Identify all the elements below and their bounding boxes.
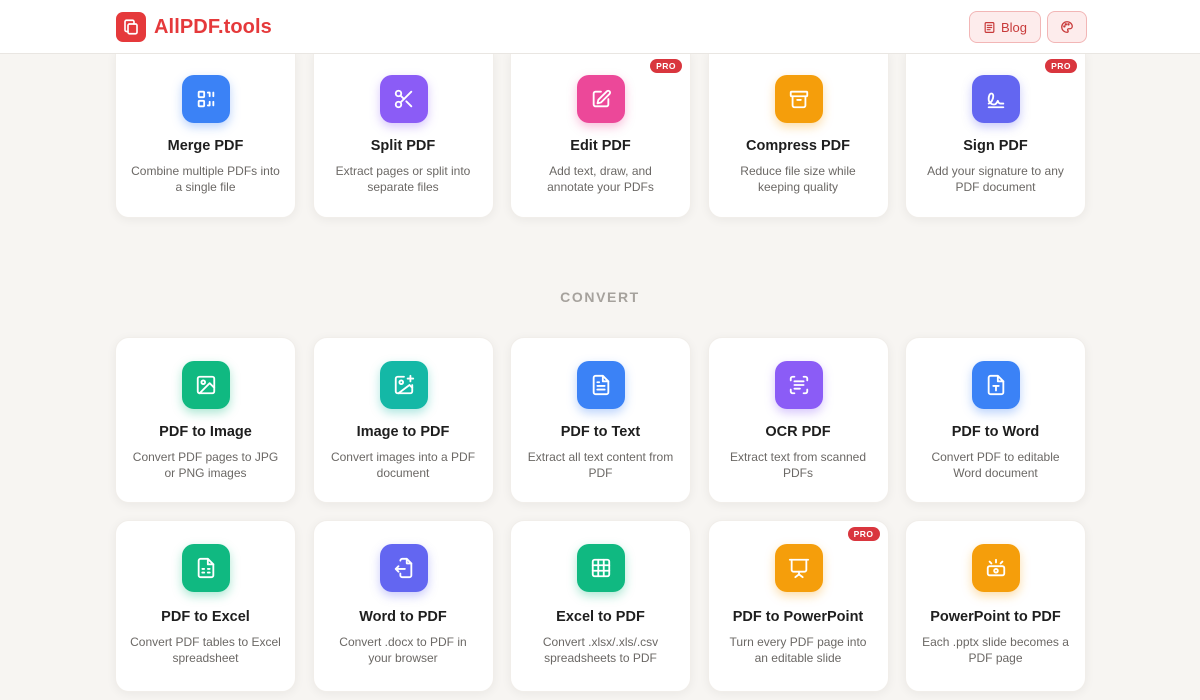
tool-title: Split PDF xyxy=(370,138,436,154)
file-text-icon xyxy=(577,361,625,409)
logo-icon xyxy=(116,12,146,42)
tool-description: Each .pptx slide becomes a PDF page xyxy=(922,635,1069,665)
file-type-icon xyxy=(972,361,1020,409)
tool-title: Edit PDF xyxy=(570,138,631,154)
tool-description: Extract pages or split into separate fil… xyxy=(335,164,471,194)
tool-description: Convert PDF to editable Word document xyxy=(931,450,1060,480)
tool-title: PDF to PowerPoint xyxy=(732,609,864,625)
tool-description: Convert .docx to PDF in your browser xyxy=(339,635,467,665)
tool-card-excel-to-pdf[interactable]: Excel to PDF Convert .xlsx/.xls/.csv spr… xyxy=(510,520,691,692)
tool-card-pdf-to-word[interactable]: PDF to Word Convert PDF to editable Word… xyxy=(905,337,1086,503)
tool-description: Convert images into a PDF document xyxy=(330,450,476,480)
tool-title: Merge PDF xyxy=(167,138,244,154)
tool-card-sign-pdf[interactable]: PRO Sign PDF Add your signature to any P… xyxy=(905,52,1086,218)
tool-description: Convert PDF tables to Excel spreadsheet xyxy=(130,635,281,665)
tool-card-pdf-to-text[interactable]: PDF to Text Extract all text content fro… xyxy=(510,337,691,503)
scan-text-icon xyxy=(774,361,823,409)
tool-card-word-to-pdf[interactable]: Word to PDF Convert .docx to PDF in your… xyxy=(312,520,494,692)
tool-title: PDF to Excel xyxy=(161,609,250,625)
top-header: AllPDF.tools Blog xyxy=(0,0,1200,54)
pro-badge: PRO xyxy=(847,527,880,541)
organize-tools-grid: Merge PDF Combine multiple PDFs into a s… xyxy=(115,52,1086,218)
tool-title: PDF to Word xyxy=(951,424,1040,440)
tool-title: Image to PDF xyxy=(356,424,450,440)
tool-card-pdf-to-excel[interactable]: PDF to Excel Convert PDF tables to Excel… xyxy=(115,520,296,692)
tool-title: Compress PDF xyxy=(746,138,850,154)
pro-badge: PRO xyxy=(1045,59,1077,73)
brand-name: AllPDF.tools xyxy=(154,15,272,38)
palette-icon xyxy=(1061,21,1073,33)
tool-title: Excel to PDF xyxy=(556,609,645,625)
scissors-icon xyxy=(379,75,428,123)
tool-description: Add your signature to any PDF document xyxy=(927,164,1064,194)
tool-description: Combine multiple PDFs into a single file xyxy=(131,164,280,194)
tool-title: PowerPoint to PDF xyxy=(930,609,1061,625)
signature-icon xyxy=(972,75,1020,123)
image-icon xyxy=(182,361,230,409)
image-plus-icon xyxy=(379,361,428,409)
tool-card-split-pdf[interactable]: Split PDF Extract pages or split into se… xyxy=(312,52,494,218)
book-icon xyxy=(984,21,995,33)
theme-button[interactable] xyxy=(1047,11,1087,43)
blog-button-label: Blog xyxy=(1000,19,1028,35)
archive-icon xyxy=(774,75,823,123)
blog-button[interactable]: Blog xyxy=(969,11,1041,43)
slides-icon xyxy=(972,544,1020,592)
tool-card-image-to-pdf[interactable]: Image to PDF Convert images into a PDF d… xyxy=(312,337,494,503)
brand-logo[interactable]: AllPDF.tools xyxy=(116,12,272,42)
file-import-icon xyxy=(379,544,428,592)
table-icon xyxy=(577,544,625,592)
edit-icon xyxy=(577,75,625,123)
presentation-icon xyxy=(774,544,823,592)
tool-card-pdf-to-image[interactable]: PDF to Image Convert PDF pages to JPG or… xyxy=(115,337,296,503)
tool-card-edit-pdf[interactable]: PRO Edit PDF Add text, draw, and annotat… xyxy=(510,52,691,218)
tool-description: Convert PDF pages to JPG or PNG images xyxy=(132,450,279,480)
tool-title: Sign PDF xyxy=(963,138,1028,154)
convert-tools-grid-row1: PDF to Image Convert PDF pages to JPG or… xyxy=(115,337,1086,503)
tool-title: PDF to Text xyxy=(560,424,641,440)
section-title-convert: CONVERT xyxy=(560,289,640,305)
convert-tools-grid-row2: PDF to Excel Convert PDF tables to Excel… xyxy=(115,520,1086,692)
tool-title: OCR PDF xyxy=(765,424,831,440)
pro-badge: PRO xyxy=(650,59,682,73)
tool-card-merge-pdf[interactable]: Merge PDF Combine multiple PDFs into a s… xyxy=(115,52,296,218)
merge-icon xyxy=(182,75,230,123)
file-spreadsheet-icon xyxy=(182,544,230,592)
tool-description: Reduce file size while keeping quality xyxy=(740,164,856,194)
tool-description: Add text, draw, and annotate your PDFs xyxy=(547,164,654,194)
tool-title: Word to PDF xyxy=(359,609,447,625)
tool-card-compress-pdf[interactable]: Compress PDF Reduce file size while keep… xyxy=(707,52,889,218)
tool-card-ocr-pdf[interactable]: OCR PDF Extract text from scanned PDFs xyxy=(707,337,889,503)
tool-card-pdf-to-powerpoint[interactable]: PRO PDF to PowerPoint Turn every PDF pag… xyxy=(707,520,889,692)
tool-description: Turn every PDF page into an editable sli… xyxy=(729,635,867,665)
tool-description: Extract all text content from PDF xyxy=(527,450,674,480)
tool-description: Extract text from scanned PDFs xyxy=(729,450,867,480)
tool-title: PDF to Image xyxy=(159,424,252,440)
tool-description: Convert .xlsx/.xls/.csv spreadsheets to … xyxy=(542,635,659,665)
tool-card-powerpoint-to-pdf[interactable]: PowerPoint to PDF Each .pptx slide becom… xyxy=(905,520,1086,692)
